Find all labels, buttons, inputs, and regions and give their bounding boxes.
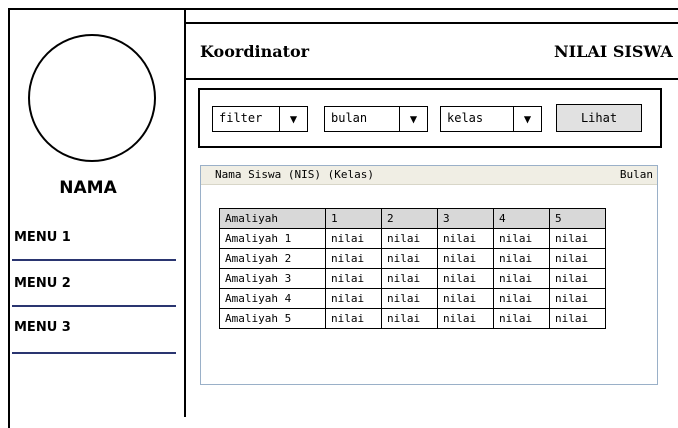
table-cell: nilai [325, 268, 382, 289]
dropdown-arrow-icon[interactable]: ▼ [279, 107, 307, 131]
dropdown-arrow-icon[interactable]: ▼ [513, 107, 541, 131]
table-cell: nilai [437, 268, 494, 289]
table-row: Amaliyah 3 nilai nilai nilai nilai nilai [219, 268, 606, 289]
column-header: 5 [549, 208, 606, 229]
role-label: Koordinator [200, 42, 310, 61]
table-row: Amaliyah 2 nilai nilai nilai nilai nilai [219, 248, 606, 269]
bulan-select[interactable]: bulan ▼ [324, 106, 428, 132]
bulan-select-value: bulan [331, 111, 368, 125]
table-cell: nilai [437, 228, 494, 249]
dropdown-arrow-icon[interactable]: ▼ [399, 107, 427, 131]
panel-header-student-label: Nama Siswa (NIS) (Kelas) [215, 168, 374, 181]
table-row: Amaliyah 5 nilai nilai nilai nilai nilai [219, 308, 606, 329]
column-header: 3 [437, 208, 494, 229]
menu-divider [12, 305, 176, 307]
table-cell: nilai [325, 308, 382, 329]
table-cell: nilai [437, 308, 494, 329]
table-cell: nilai [549, 248, 606, 269]
table-cell: nilai [381, 288, 438, 309]
menu-item-3[interactable]: MENU 3 [14, 320, 71, 335]
menu-divider [12, 352, 176, 354]
table-cell: nilai [381, 268, 438, 289]
avatar[interactable] [28, 34, 156, 162]
kelas-select[interactable]: kelas ▼ [440, 106, 542, 132]
panel-header-month-label: Bulan [619, 168, 653, 181]
table-cell: nilai [325, 228, 382, 249]
header: Koordinator NILAI SISWA [186, 24, 678, 80]
page-title: NILAI SISWA [554, 42, 673, 61]
grades-table: Amaliyah 1 2 3 4 5 Amaliyah 1 nilai nila… [219, 208, 606, 329]
column-header: 2 [381, 208, 438, 229]
table-cell: Amaliyah 3 [219, 268, 326, 289]
table-header-row: Amaliyah 1 2 3 4 5 [219, 208, 606, 229]
menu-divider [12, 259, 176, 261]
table-cell: nilai [549, 268, 606, 289]
table-cell: nilai [493, 308, 550, 329]
table-cell: nilai [381, 308, 438, 329]
column-header: 1 [325, 208, 382, 229]
table-cell: Amaliyah 5 [219, 308, 326, 329]
lihat-button[interactable]: Lihat [556, 104, 642, 132]
table-cell: nilai [437, 288, 494, 309]
menu-item-2[interactable]: MENU 2 [14, 276, 71, 291]
menu-item-1[interactable]: MENU 1 [14, 230, 71, 245]
table-cell: nilai [493, 248, 550, 269]
table-row: Amaliyah 1 nilai nilai nilai nilai nilai [219, 228, 606, 249]
table-cell: nilai [493, 228, 550, 249]
table-row: Amaliyah 4 nilai nilai nilai nilai nilai [219, 288, 606, 309]
table-cell: nilai [325, 248, 382, 269]
column-header: Amaliyah [219, 208, 326, 229]
filter-select[interactable]: filter ▼ [212, 106, 308, 132]
profile-name: NAMA [59, 178, 117, 198]
table-cell: nilai [437, 248, 494, 269]
table-cell: Amaliyah 4 [219, 288, 326, 309]
table-cell: nilai [493, 268, 550, 289]
table-cell: nilai [381, 248, 438, 269]
panel-header: Nama Siswa (NIS) (Kelas) Bulan [201, 166, 657, 185]
results-panel: Nama Siswa (NIS) (Kelas) Bulan Amaliyah … [200, 165, 658, 385]
column-header: 4 [493, 208, 550, 229]
table-cell: nilai [549, 228, 606, 249]
table-cell: Amaliyah 2 [219, 248, 326, 269]
kelas-select-value: kelas [447, 111, 484, 125]
filter-bar: filter ▼ bulan ▼ kelas ▼ Lihat [198, 88, 662, 148]
table-cell: nilai [381, 228, 438, 249]
table-cell: Amaliyah 1 [219, 228, 326, 249]
table-cell: nilai [325, 288, 382, 309]
table-cell: nilai [493, 288, 550, 309]
table-cell: nilai [549, 288, 606, 309]
table-cell: nilai [549, 308, 606, 329]
filter-select-value: filter [219, 111, 263, 125]
